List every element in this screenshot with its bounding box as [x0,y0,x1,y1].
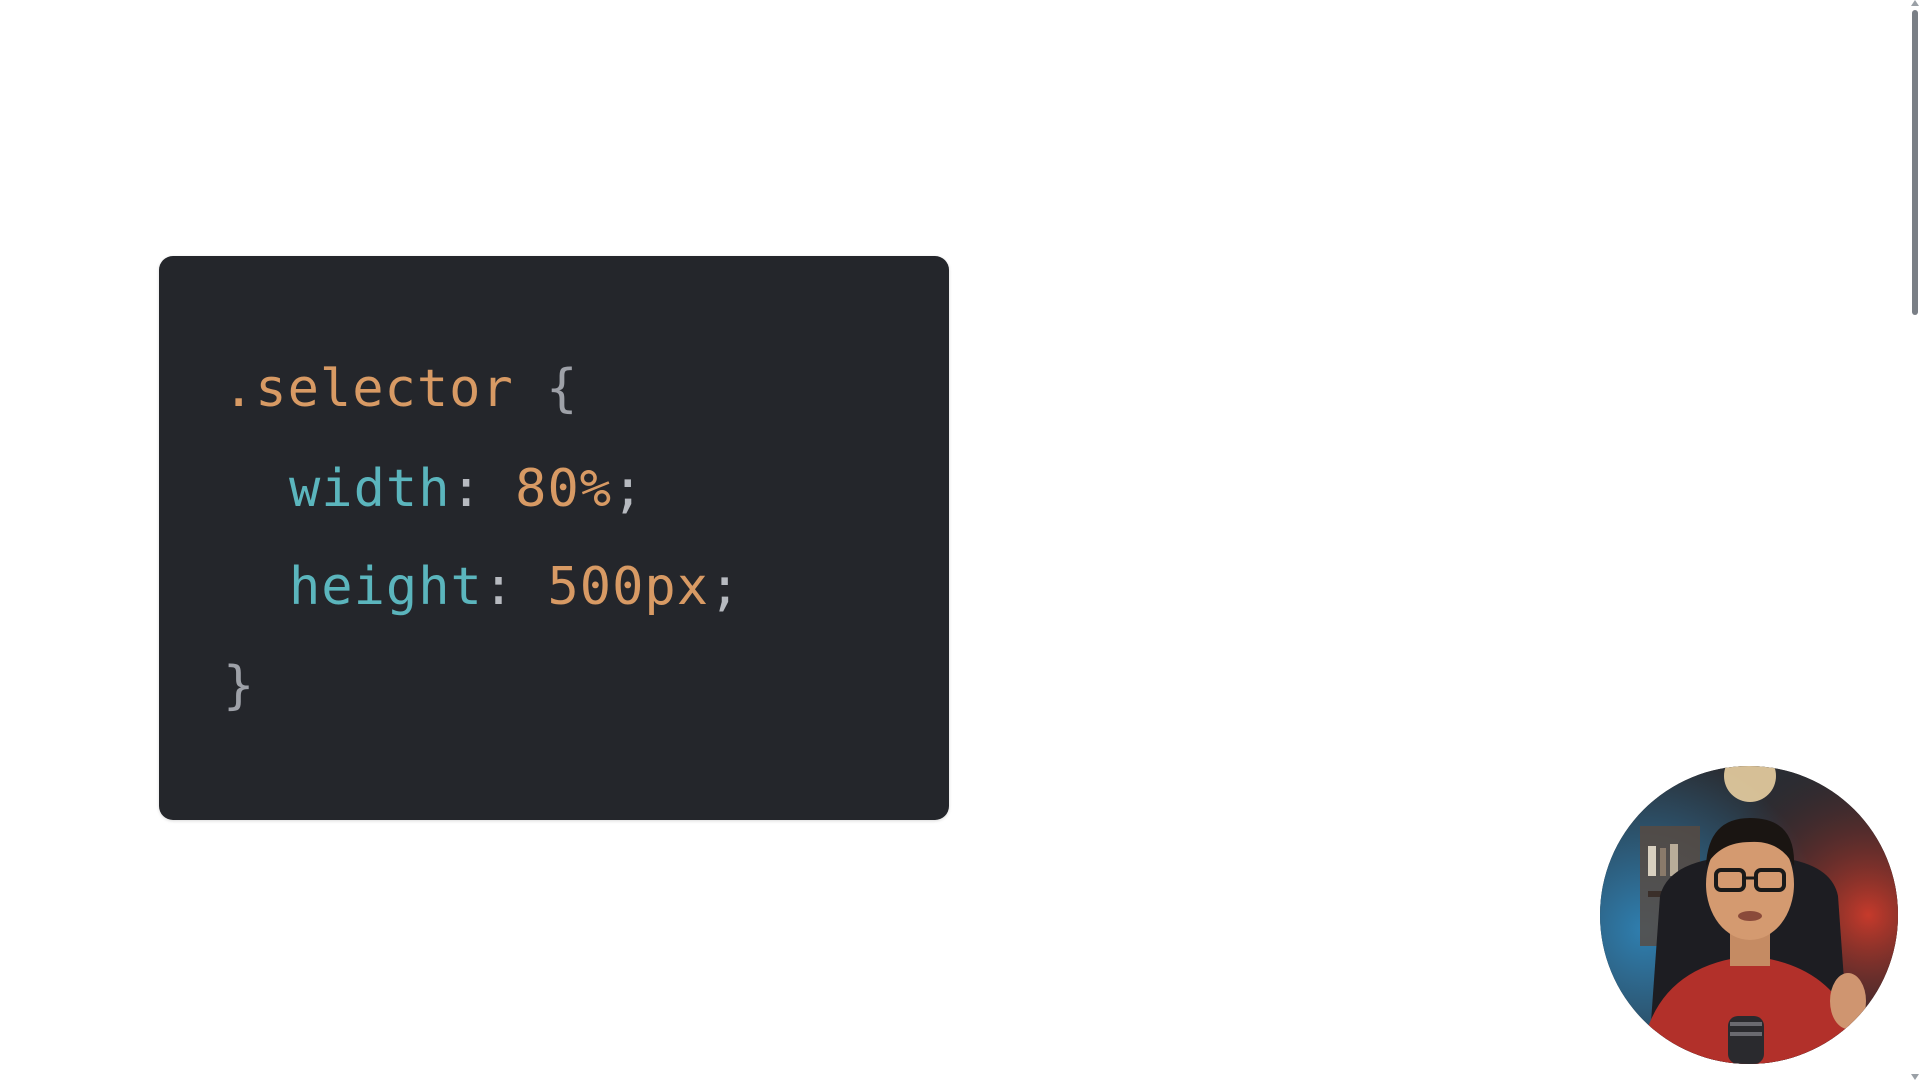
scroll-up-arrow-icon[interactable] [1911,0,1919,6]
vertical-scrollbar[interactable] [1910,0,1920,1080]
presenter-webcam-icon [1600,766,1898,1064]
code-line-width: width: 80%; [289,459,644,519]
code-line-height: height: 500px; [289,557,741,617]
page: .selector { width: 80%; height: 500px; } [0,0,1920,1080]
css-property-height: height [289,557,483,617]
semicolon: ; [612,459,645,519]
open-brace: { [546,359,579,419]
code-snippet-card: .selector { width: 80%; height: 500px; } [159,256,949,820]
css-value-height: 500px [547,557,710,617]
close-brace: } [223,656,256,716]
code-line-close: } [223,656,255,716]
semicolon: ; [709,557,742,617]
css-property-width: width [289,459,451,519]
code-line-selector: .selector { [223,359,578,419]
scrollbar-thumb[interactable] [1912,10,1918,315]
css-value-width: 80% [515,459,613,519]
colon: : [482,557,516,617]
colon: : [450,459,483,519]
presenter-illustration [1600,766,1898,1064]
scroll-down-arrow-icon[interactable] [1911,1074,1919,1080]
css-selector: .selector [223,359,514,419]
